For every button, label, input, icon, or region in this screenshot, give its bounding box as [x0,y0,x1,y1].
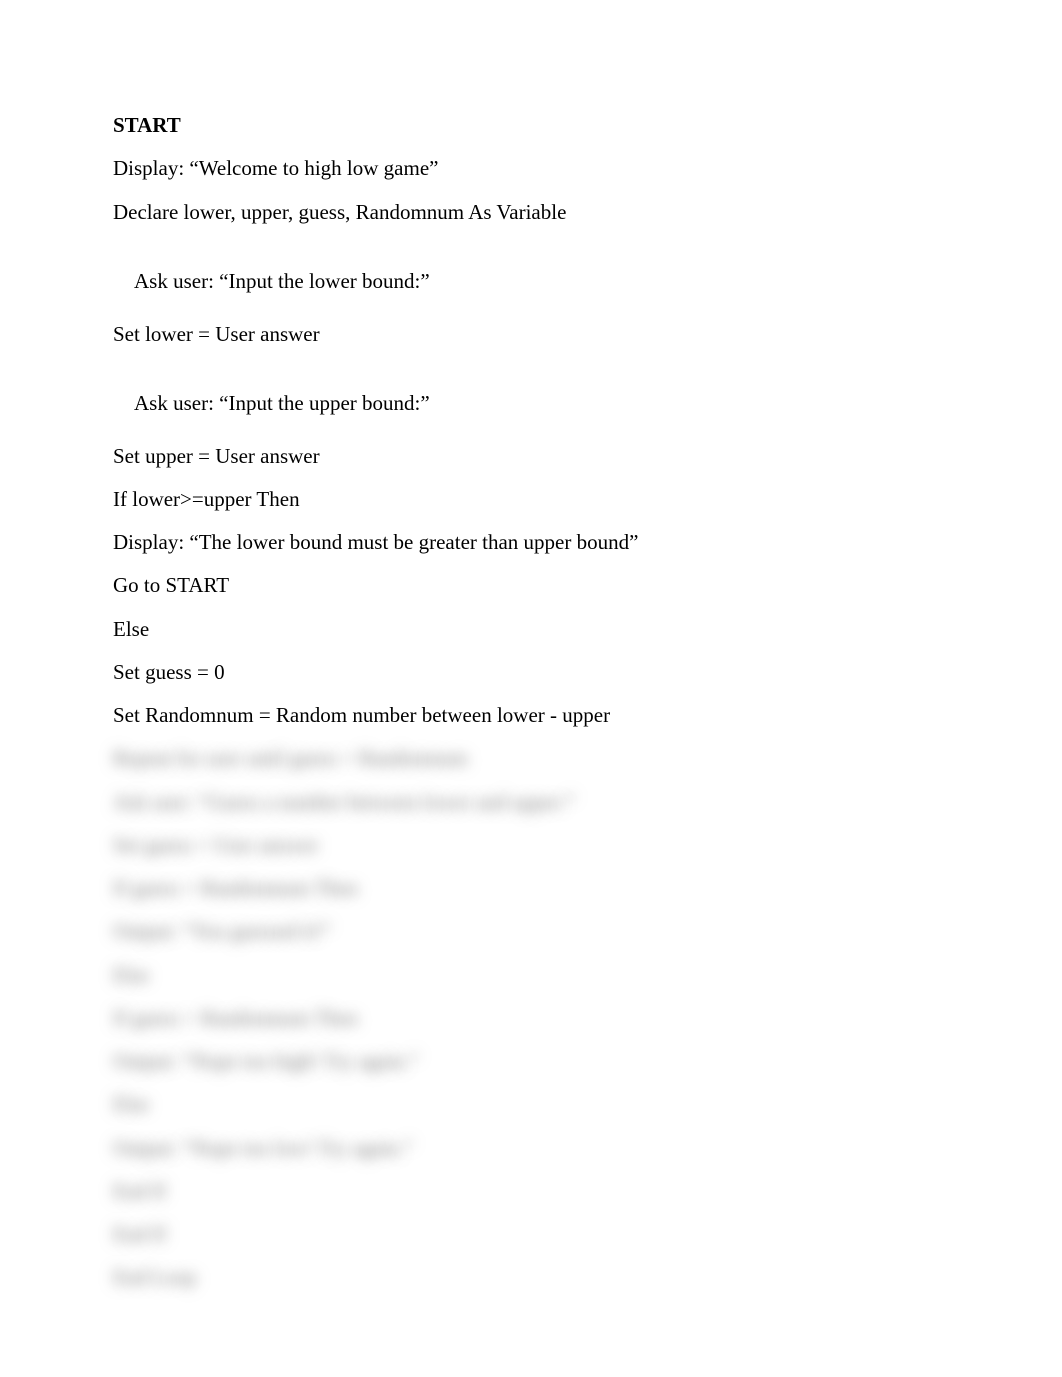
text-fragment: :” [415,269,430,293]
blurred-line: End If [113,1178,949,1204]
pseudo-line: Display: “The lower bound must be greate… [113,529,949,555]
pseudo-line: Declare lower, upper, guess, Randomnum A… [113,199,949,225]
pseudo-line: Ask user: “Input the lower bound:” [113,242,949,321]
blurred-line: Else [113,962,949,988]
blurred-line: End If [113,1221,949,1247]
upper-bound-term: upper bound [309,391,415,415]
document-page: START Display: “Welcome to high low game… [0,0,1062,1377]
pseudo-line: Display: “Welcome to high low game” [113,155,949,181]
blurred-line: Ask user: “Guess a number between lower … [113,789,949,815]
blurred-line: Else [113,1091,949,1117]
pseudo-line: Ask user: “Input the upper bound:” [113,364,949,443]
pseudo-line: Set guess = 0 [113,659,949,685]
pseudo-line: If lower>=upper Then [113,486,949,512]
blurred-line: Output: “Nope too low! Try again.” [113,1135,949,1161]
blurred-line: If guess = Randomnum Then [113,875,949,901]
pseudo-line: Set lower = User answer [113,321,949,347]
blurred-line: Repeat for user until guess = Randomnum [113,745,949,771]
blurred-line: Set guess = User answer [113,832,949,858]
pseudo-line: Go to START [113,572,949,598]
pseudo-line: Set upper = User answer [113,443,949,469]
start-heading: START [113,112,949,138]
text-fragment: :” [415,391,430,415]
lower-bound-term: lower bound [309,269,415,293]
pseudo-line: Set Randomnum = Random number between lo… [113,702,949,728]
text-fragment: Ask user: “Input the [134,269,309,293]
text-fragment: Ask user: “Input the [134,391,309,415]
blurred-line: Output: “Nope too high! Try again.” [113,1048,949,1074]
pseudo-line: Else [113,616,949,642]
blurred-line: If guess > Randomnum Then [113,1005,949,1031]
blurred-line: End Loop [113,1264,949,1290]
blurred-line: Output: “You guessed it!” [113,918,949,944]
